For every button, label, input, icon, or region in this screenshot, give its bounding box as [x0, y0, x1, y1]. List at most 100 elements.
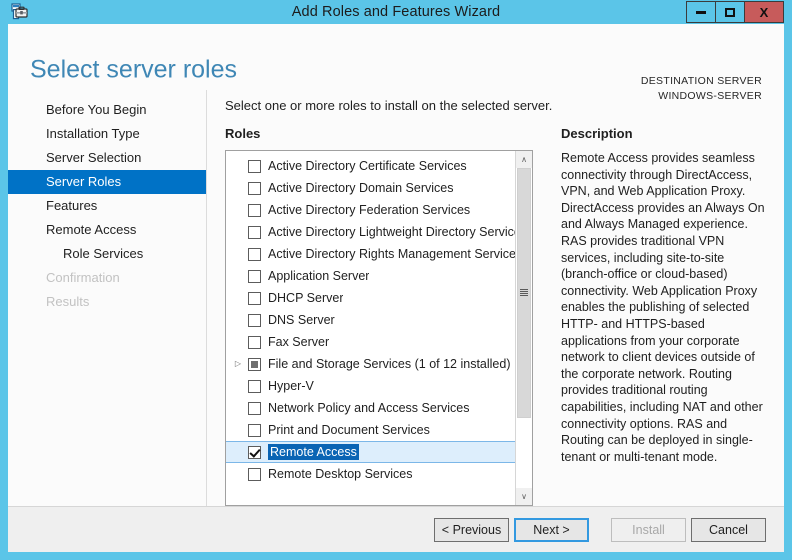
role-label: Remote Access [268, 444, 359, 460]
sidebar-item-server-selection[interactable]: Server Selection [8, 146, 206, 170]
sidebar-item-label: Remote Access [46, 222, 136, 237]
role-row[interactable]: Print and Document Services [226, 419, 515, 441]
scrollbar-track[interactable] [516, 168, 532, 488]
roles-column: Roles Active Directory Certificate Servi… [225, 126, 547, 506]
role-row[interactable]: Active Directory Rights Management Servi… [226, 243, 515, 265]
role-row[interactable]: Hyper-V [226, 375, 515, 397]
destination-server-name: WINDOWS-SERVER [641, 89, 762, 104]
close-button[interactable]: X [744, 1, 784, 23]
destination-server-block: DESTINATION SERVER WINDOWS-SERVER [641, 74, 762, 104]
sidebar-item-label: Confirmation [46, 270, 120, 285]
role-checkbox[interactable] [248, 182, 261, 195]
sidebar-item-results: Results [8, 290, 206, 314]
role-checkbox[interactable] [248, 248, 261, 261]
role-checkbox[interactable] [248, 204, 261, 217]
previous-button[interactable]: < Previous [434, 518, 509, 542]
roles-scrollbar[interactable]: ∧ ∨ [515, 151, 532, 505]
scrollbar-grip-icon [520, 289, 528, 296]
role-label: Active Directory Lightweight Directory S… [268, 224, 515, 240]
role-row[interactable]: Remote Desktop Services [226, 463, 515, 485]
title-bar: Add Roles and Features Wizard X [0, 0, 792, 24]
role-row[interactable]: Active Directory Domain Services [226, 177, 515, 199]
role-checkbox[interactable] [248, 226, 261, 239]
content-columns: Roles Active Directory Certificate Servi… [225, 126, 766, 506]
role-row[interactable]: Fax Server [226, 331, 515, 353]
role-checkbox[interactable] [248, 446, 261, 459]
description-text: Remote Access provides seamless connecti… [561, 150, 766, 465]
minimize-button[interactable] [686, 1, 716, 23]
sidebar-item-label: Role Services [63, 246, 143, 261]
role-row[interactable]: Application Server [226, 265, 515, 287]
description-column: Description Remote Access provides seaml… [547, 126, 766, 506]
sidebar-item-before-you-begin[interactable]: Before You Begin [8, 98, 206, 122]
role-row[interactable]: Active Directory Lightweight Directory S… [226, 221, 515, 243]
minimize-icon [696, 11, 706, 14]
role-row[interactable]: Remote Access [226, 441, 515, 463]
sidebar-item-features[interactable]: Features [8, 194, 206, 218]
sidebar-item-installation-type[interactable]: Installation Type [8, 122, 206, 146]
sidebar-item-confirmation: Confirmation [8, 266, 206, 290]
sidebar-item-label: Before You Begin [46, 102, 146, 117]
role-row[interactable]: Network Policy and Access Services [226, 397, 515, 419]
roles-listbox[interactable]: Active Directory Certificate Services Act… [225, 150, 533, 506]
window-controls: X [687, 1, 784, 23]
sidebar-item-label: Server Roles [46, 174, 121, 189]
maximize-icon [725, 8, 735, 17]
expand-arrow-icon[interactable]: ▷ [232, 360, 244, 368]
role-checkbox[interactable] [248, 380, 261, 393]
page-title: Select server roles [30, 56, 237, 85]
footer-bar: < Previous Next > Install Cancel [8, 506, 784, 552]
role-label: Print and Document Services [268, 422, 430, 438]
role-checkbox[interactable] [248, 402, 261, 415]
description-label: Description [561, 126, 766, 142]
role-checkbox[interactable] [248, 358, 261, 371]
role-checkbox[interactable] [248, 336, 261, 349]
page-header: Select server roles DESTINATION SERVER W… [8, 24, 784, 90]
next-button[interactable]: Next > [514, 518, 589, 542]
role-checkbox[interactable] [248, 160, 261, 173]
role-label: DNS Server [268, 312, 335, 328]
install-button: Install [611, 518, 686, 542]
scroll-up-button[interactable]: ∧ [516, 151, 532, 168]
sidebar-item-label: Results [46, 294, 89, 309]
role-checkbox[interactable] [248, 270, 261, 283]
role-label: Application Server [268, 268, 369, 284]
role-row[interactable]: ▷ File and Storage Services (1 of 12 inst… [226, 353, 515, 375]
sidebar-item-label: Features [46, 198, 97, 213]
cancel-button[interactable]: Cancel [691, 518, 766, 542]
roles-list: Active Directory Certificate Services Act… [226, 151, 515, 505]
role-row[interactable]: Active Directory Federation Services [226, 199, 515, 221]
role-checkbox[interactable] [248, 292, 261, 305]
server-toolbox-icon [10, 2, 30, 22]
destination-server-label: DESTINATION SERVER [641, 74, 762, 89]
role-label: Active Directory Certificate Services [268, 158, 467, 174]
role-label: Active Directory Domain Services [268, 180, 453, 196]
role-checkbox[interactable] [248, 468, 261, 481]
role-label: Active Directory Federation Services [268, 202, 470, 218]
scroll-down-button[interactable]: ∨ [516, 488, 532, 505]
wizard-nav: Before You Begin Installation Type Server … [8, 90, 207, 506]
body-row: Before You Begin Installation Type Server … [8, 90, 784, 506]
sidebar-item-role-services[interactable]: Role Services [8, 242, 206, 266]
role-label: Remote Desktop Services [268, 466, 413, 482]
role-row[interactable]: Active Directory Certificate Services [226, 155, 515, 177]
roles-label: Roles [225, 126, 533, 142]
role-row[interactable]: DHCP Server [226, 287, 515, 309]
role-checkbox[interactable] [248, 314, 261, 327]
role-label: Network Policy and Access Services [268, 400, 469, 416]
client-area: Select server roles DESTINATION SERVER W… [8, 24, 784, 552]
sidebar-item-server-roles[interactable]: Server Roles [8, 170, 206, 194]
role-label: Fax Server [268, 334, 329, 350]
role-label: File and Storage Services (1 of 12 insta… [268, 356, 511, 372]
scrollbar-thumb[interactable] [517, 168, 531, 418]
sidebar-item-label: Installation Type [46, 126, 140, 141]
role-checkbox[interactable] [248, 424, 261, 437]
role-label: Active Directory Rights Management Servi… [268, 246, 515, 262]
maximize-button[interactable] [715, 1, 745, 23]
role-row[interactable]: DNS Server [226, 309, 515, 331]
wizard-window: Add Roles and Features Wizard X Select s… [0, 0, 792, 560]
sidebar-item-label: Server Selection [46, 150, 141, 165]
sidebar-item-remote-access[interactable]: Remote Access [8, 218, 206, 242]
role-label: Hyper-V [268, 378, 314, 394]
wizard-content: Select one or more roles to install on t… [207, 90, 784, 506]
